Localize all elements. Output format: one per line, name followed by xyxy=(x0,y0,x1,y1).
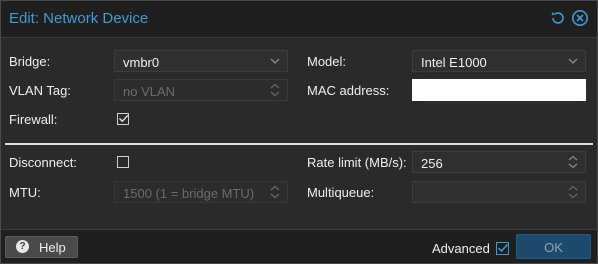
mac-address-label: MAC address: xyxy=(307,83,390,98)
ok-button-label: OK xyxy=(544,240,563,255)
spinner-updown-icon[interactable] xyxy=(269,185,281,199)
chevron-down-icon[interactable] xyxy=(269,54,281,68)
spinner-updown-icon[interactable] xyxy=(269,83,281,97)
mtu-spinner[interactable]: 1500 (1 = bridge MTU) xyxy=(114,181,288,203)
bridge-value: vmbr0 xyxy=(123,55,160,70)
model-value: Intel E1000 xyxy=(421,55,487,70)
help-button[interactable]: ? Help xyxy=(5,236,78,258)
checkmark-icon xyxy=(119,114,129,123)
mtu-label: MTU: xyxy=(9,185,41,200)
dialog-title: Edit: Network Device xyxy=(9,10,149,27)
bridge-label: Bridge: xyxy=(9,54,51,69)
rate-limit-value: 256 xyxy=(421,156,443,171)
spinner-updown-icon[interactable] xyxy=(567,155,579,169)
vlan-tag-spinner[interactable]: no VLAN xyxy=(114,79,288,101)
network-device-dialog: Edit: Network Device Bridge: vmbr0 Model… xyxy=(0,0,598,264)
section-separator xyxy=(5,143,593,145)
checkmark-icon xyxy=(497,243,509,253)
dialog-titlebar[interactable]: Edit: Network Device xyxy=(1,1,597,38)
vlan-tag-label: VLAN Tag: xyxy=(9,83,71,98)
firewall-checkbox[interactable] xyxy=(117,113,129,125)
mac-address-input[interactable] xyxy=(412,79,586,101)
disconnect-label: Disconnect: xyxy=(9,155,77,170)
multiqueue-label: Multiqueue: xyxy=(307,185,375,200)
help-button-label: Help xyxy=(39,240,66,255)
spinner-updown-icon[interactable] xyxy=(567,185,579,199)
rate-limit-label: Rate limit (MB/s): xyxy=(307,155,407,170)
vlan-tag-placeholder: no VLAN xyxy=(123,84,176,99)
advanced-label: Advanced xyxy=(432,241,490,256)
mtu-placeholder: 1500 (1 = bridge MTU) xyxy=(123,186,255,201)
dialog-footer: ? Help Advanced OK xyxy=(1,229,597,263)
firewall-label: Firewall: xyxy=(9,112,58,127)
bridge-select[interactable]: vmbr0 xyxy=(114,50,288,72)
chevron-down-icon[interactable] xyxy=(567,54,579,68)
ok-button[interactable]: OK xyxy=(516,234,591,259)
question-circle-icon: ? xyxy=(16,240,29,253)
multiqueue-spinner[interactable] xyxy=(412,181,586,203)
advanced-checkbox[interactable] xyxy=(496,242,509,255)
model-select[interactable]: Intel E1000 xyxy=(412,50,586,72)
close-circle-icon[interactable] xyxy=(571,9,589,27)
reset-icon[interactable] xyxy=(549,9,567,27)
mac-address-redacted xyxy=(423,83,583,97)
disconnect-checkbox[interactable] xyxy=(117,156,129,168)
rate-limit-spinner[interactable]: 256 xyxy=(412,151,586,173)
model-label: Model: xyxy=(307,54,347,69)
